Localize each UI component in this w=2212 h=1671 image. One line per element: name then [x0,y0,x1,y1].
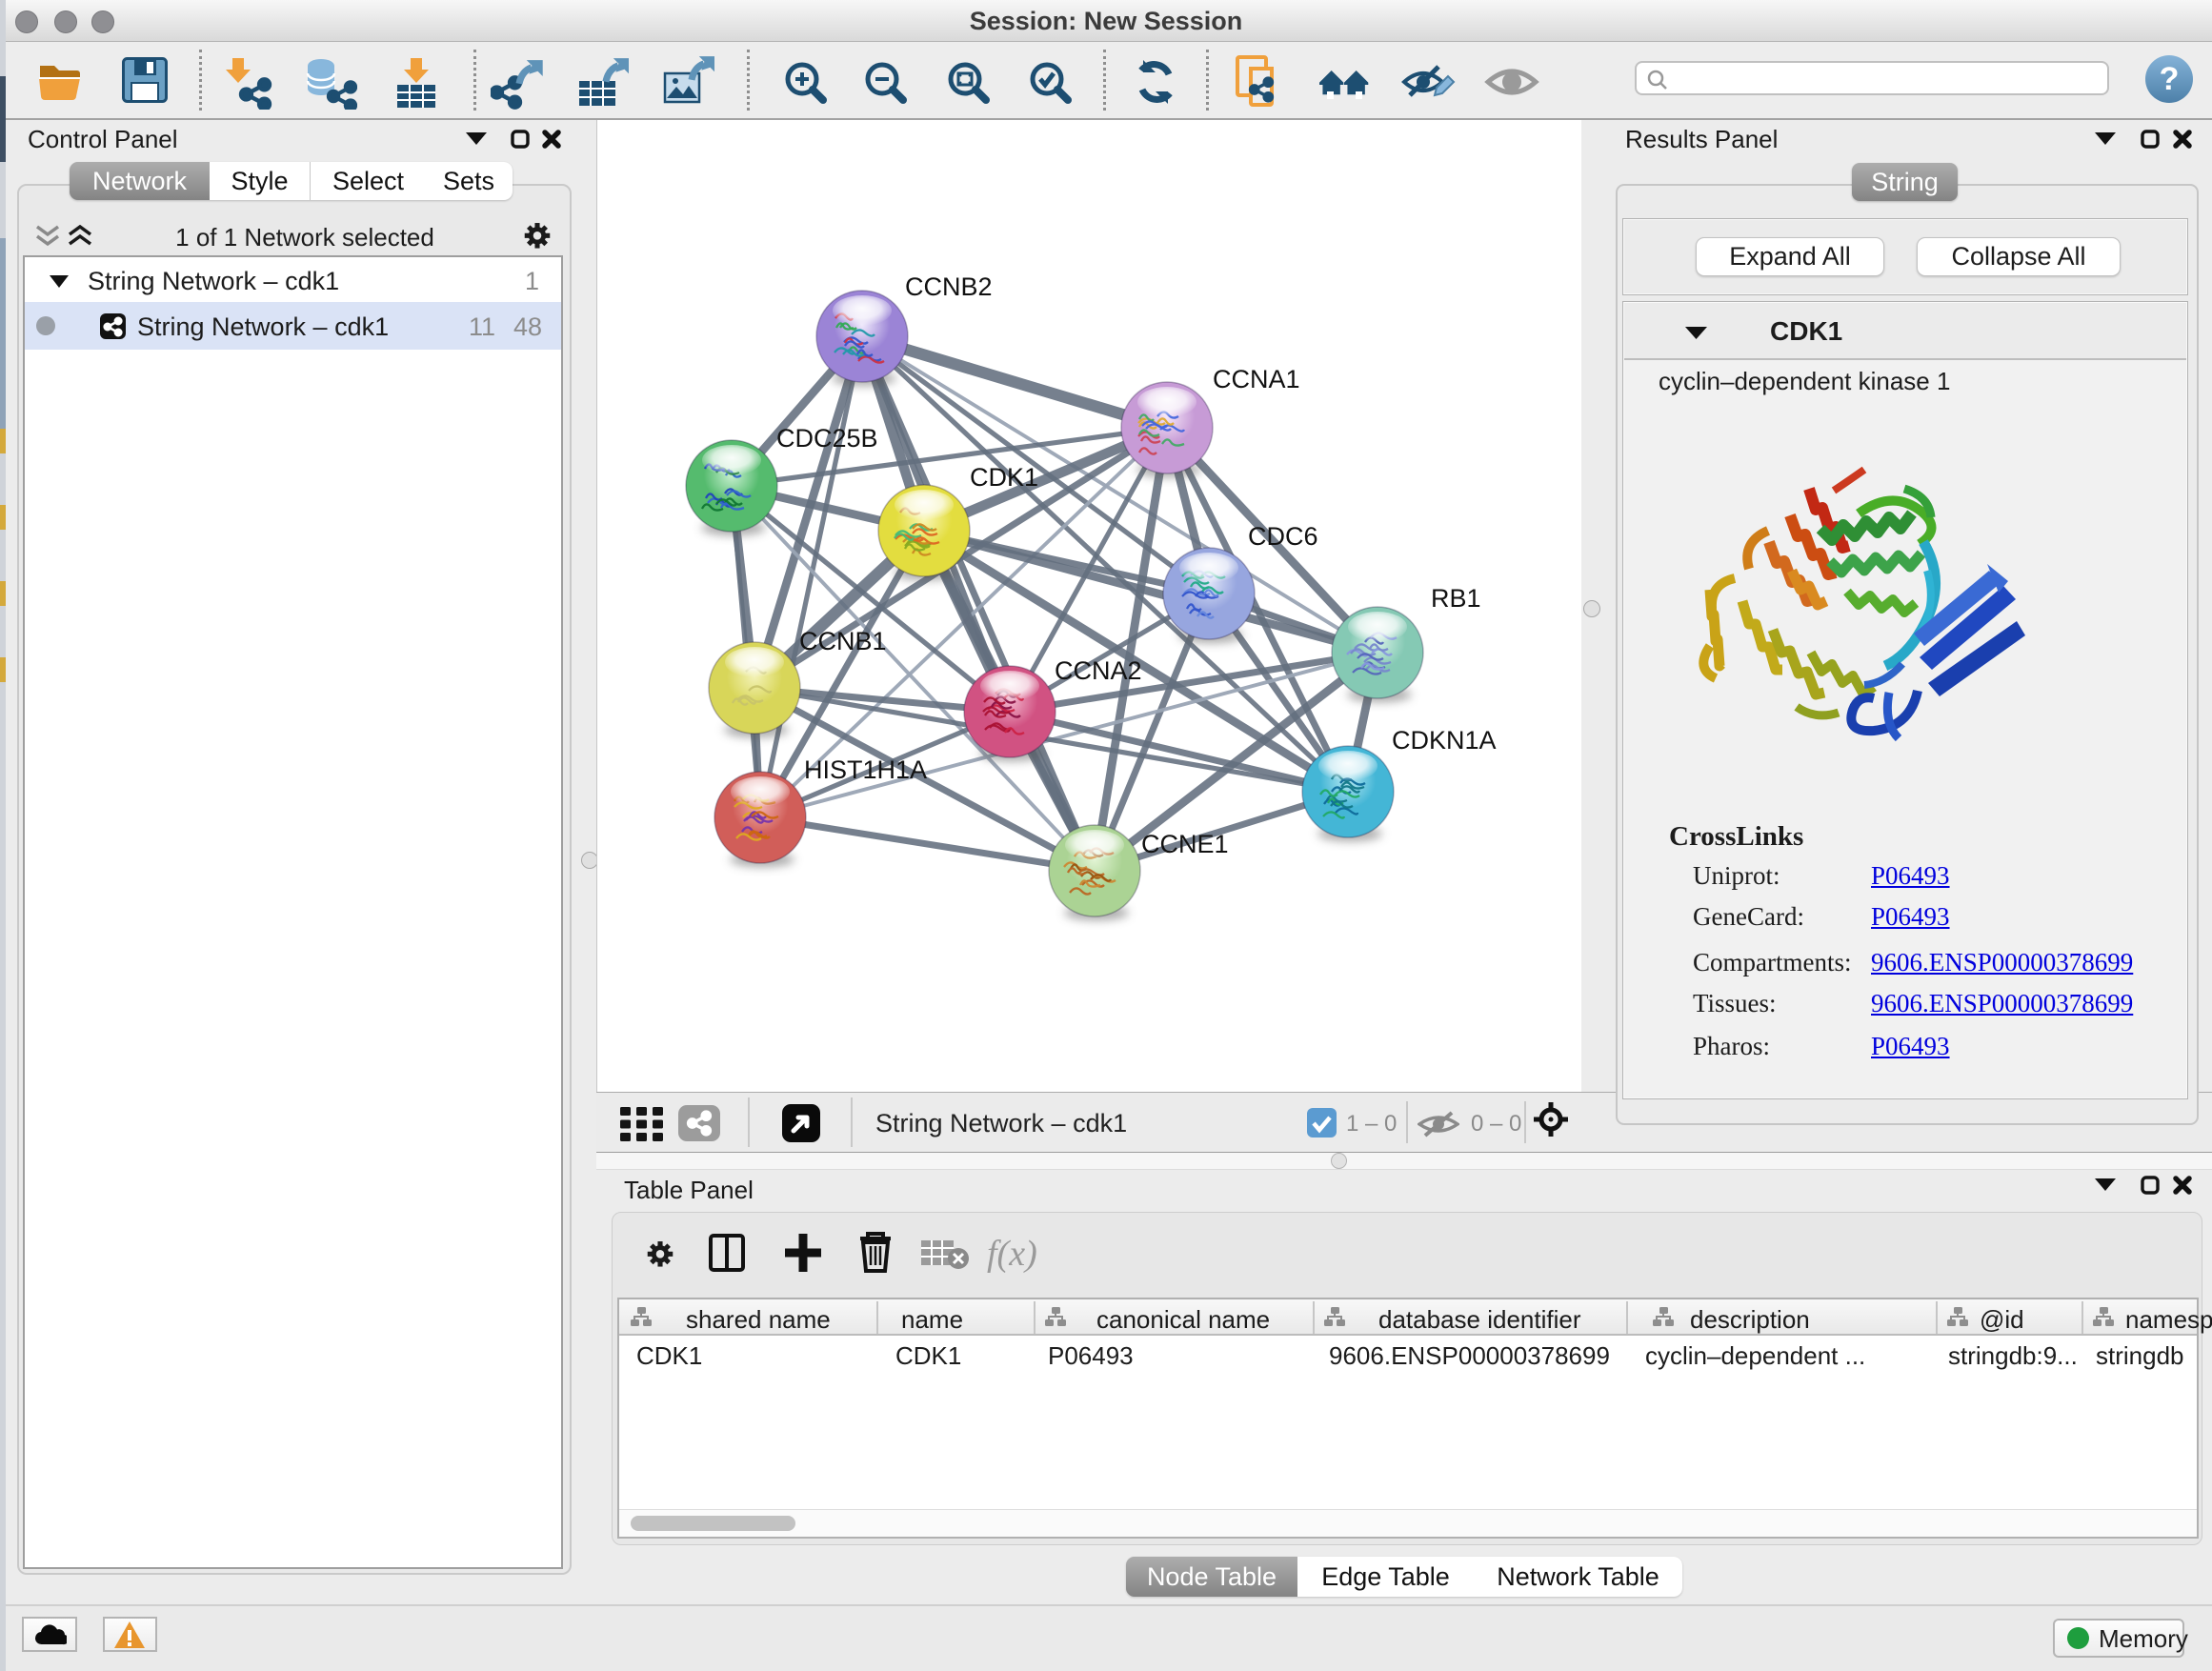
svg-text:HIST1H1A: HIST1H1A [804,755,927,784]
svg-text:CCNA1: CCNA1 [1213,365,1300,393]
svg-text:CDKN1A: CDKN1A [1392,726,1497,755]
svg-text:CDC25B: CDC25B [776,424,878,453]
svg-text:CDK1: CDK1 [970,463,1038,492]
svg-text:RB1: RB1 [1431,584,1481,613]
svg-text:CCNE1: CCNE1 [1141,830,1229,858]
svg-text:CCNB1: CCNB1 [799,627,887,655]
svg-text:CDC6: CDC6 [1248,522,1318,551]
svg-text:CCNB2: CCNB2 [905,272,993,301]
svg-text:CCNA2: CCNA2 [1055,656,1142,685]
